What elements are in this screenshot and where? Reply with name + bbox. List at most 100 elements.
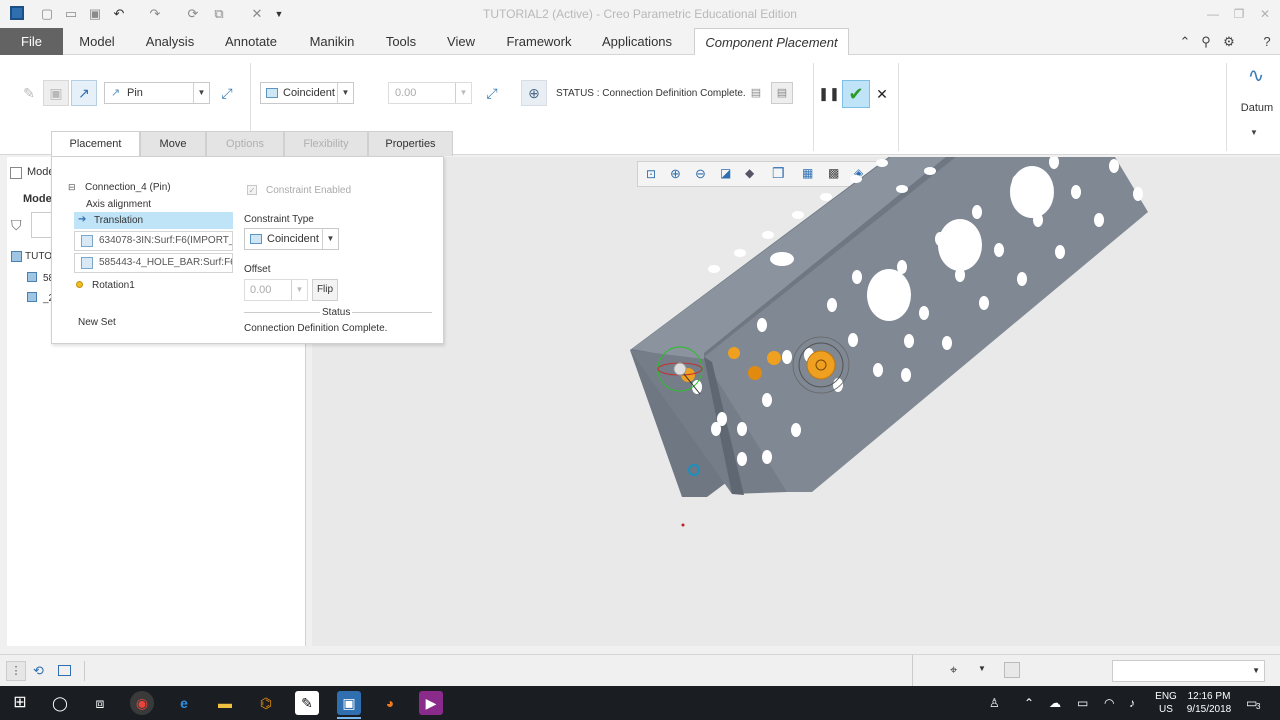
menu-applications[interactable]: Applications [594, 28, 680, 55]
notification-count: 3 [1256, 702, 1261, 711]
wifi-icon[interactable]: ◠ [1104, 696, 1114, 710]
clock[interactable]: 12:16 PM 9/15/2018 [1182, 690, 1236, 716]
language-indicator[interactable]: ENG US [1155, 690, 1177, 716]
model-tree-tab-icon[interactable] [10, 167, 22, 179]
flip-offset-icon[interactable]: ⤢ [479, 80, 505, 106]
onedrive-icon[interactable]: ☁ [1049, 696, 1061, 710]
reference-1[interactable]: 634078-3IN:Surf:F6(IMPORT_ [74, 231, 233, 251]
ribbon-status-text: STATUS : Connection Definition Complete. [556, 88, 746, 99]
recorder-icon[interactable]: ▶ [419, 691, 443, 715]
show-hidden-icon[interactable]: ⌃ [1024, 696, 1034, 710]
menu-manikin[interactable]: Manikin [300, 28, 364, 55]
fullscreen-icon[interactable] [58, 665, 71, 676]
creo-icon[interactable]: ▣ [337, 691, 361, 715]
flip-direction-icon[interactable]: ⤢ [214, 80, 240, 106]
origin-marker [681, 523, 685, 527]
menu-file[interactable]: File [0, 28, 63, 55]
cortana-icon[interactable]: ◯ [48, 691, 72, 715]
tab-flexibility[interactable]: Flexibility [284, 131, 368, 156]
blender-icon[interactable]: ⌬ [254, 691, 278, 715]
assembly-model[interactable] [312, 157, 1280, 646]
datum-label[interactable]: Datum [1236, 102, 1278, 114]
menu-model[interactable]: Model [68, 28, 126, 55]
edge-icon[interactable]: e [172, 691, 196, 715]
help-icon[interactable]: ? [1258, 33, 1276, 51]
pin-icon: ↗ [111, 87, 121, 99]
find-dropdown-icon[interactable]: ▼ [978, 664, 986, 673]
rotation-item[interactable]: Rotation1 [92, 280, 135, 291]
mechanism-icon[interactable]: ↗ [71, 80, 97, 106]
task-view-icon[interactable]: ⧈ [88, 691, 112, 715]
reference-2[interactable]: 585443-4_HOLE_BAR:Surf:F6(I [74, 253, 233, 273]
connection-type-select[interactable]: ↗ Pin ▼ [104, 82, 210, 104]
browser-icon[interactable]: ⟲ [33, 663, 44, 679]
selection-filter-select[interactable]: ▼ [1112, 660, 1265, 682]
status-bar: ⋮ ⟲ ⌖ ▼ ▼ [0, 654, 1280, 687]
minimize-icon[interactable]: — [1202, 4, 1224, 24]
connection-item[interactable]: Connection_4 (Pin) [85, 182, 171, 193]
assembly-icon [11, 251, 22, 262]
firefox-icon[interactable]: ◕ [378, 691, 402, 715]
settings-icon[interactable]: ⚙ [1220, 33, 1238, 51]
reference-2-text: 585443-4_HOLE_BAR:Surf:F6(I [99, 257, 233, 268]
pause-icon[interactable]: ❚❚ [816, 81, 842, 107]
cancel-icon[interactable]: ✕ [869, 81, 895, 107]
constraint-type-select[interactable]: Coincident ▼ [244, 228, 339, 250]
reference-1-text: 634078-3IN:Surf:F6(IMPORT_ [99, 235, 233, 246]
ribbon-constraint-select[interactable]: Coincident ▼ [260, 82, 354, 104]
constraint-enabled-checkbox[interactable]: ✓ [247, 185, 257, 195]
ribbon-constraint-value: Coincident [283, 87, 335, 99]
tab-move[interactable]: Move [140, 131, 206, 156]
datum-dropdown-icon[interactable]: ▼ [1250, 128, 1258, 137]
status-text: Connection Definition Complete. [244, 323, 388, 334]
menu-tools[interactable]: Tools [380, 28, 422, 55]
filter-icon[interactable]: ⛉ [11, 217, 22, 234]
menu-analysis[interactable]: Analysis [138, 28, 202, 55]
tab-placement[interactable]: Placement [51, 131, 140, 156]
ribbon-offset-input[interactable]: 0.00 ▼ [388, 82, 472, 104]
surface-icon [81, 235, 93, 247]
tab-options[interactable]: Options [206, 131, 284, 156]
tab-properties[interactable]: Properties [368, 131, 453, 156]
placement-panel: ⊟ Connection_4 (Pin) Axis alignment ➔ Tr… [51, 156, 444, 344]
collapse-icon[interactable]: ⊟ [68, 182, 76, 193]
new-set-link[interactable]: New Set [78, 317, 116, 328]
menu-view[interactable]: View [440, 28, 482, 55]
file-explorer-icon[interactable]: ▬ [213, 691, 237, 715]
search-icon[interactable]: ⚲ [1197, 33, 1215, 51]
selection-filter-icon[interactable] [1004, 662, 1020, 678]
separate-window-icon[interactable]: ▤ [745, 82, 767, 104]
confirm-icon[interactable]: ✔ [842, 80, 870, 108]
offset-value: 0.00 [250, 284, 272, 296]
people-icon[interactable]: ♙ [989, 696, 1000, 710]
graphics-window[interactable]: ⊡ ⊕ ⊖ ◪ ◆ ❒ ▦ ▩ ◈ ✲ ⧉ ✂ [312, 157, 1280, 646]
tree-search-input[interactable] [31, 212, 51, 238]
menu-framework[interactable]: Framework [500, 28, 578, 55]
clock-time: 12:16 PM [1187, 691, 1231, 702]
find-icon[interactable]: ⌖ [950, 662, 957, 678]
translation-item[interactable]: ➔ Translation [74, 212, 233, 229]
menu-annotate[interactable]: Annotate [218, 28, 284, 55]
arrow-right-icon: ➔ [78, 214, 87, 225]
notepad-icon[interactable]: ✎ [295, 691, 319, 715]
collapse-ribbon-icon[interactable]: ⌃ [1176, 33, 1194, 51]
tree-toggle-icon[interactable]: ⋮ [6, 661, 26, 681]
restore-icon[interactable]: ❐ [1228, 4, 1250, 24]
chrome-icon[interactable]: ◉ [130, 691, 154, 715]
placement-mode-icon[interactable]: ⊕ [521, 80, 547, 106]
user-defined-icon[interactable]: ✎ [16, 80, 42, 106]
clock-date: 9/15/2018 [1186, 704, 1232, 715]
windows-start-icon[interactable]: ⊞ [8, 691, 32, 715]
tab-component-placement[interactable]: Component Placement [694, 28, 849, 56]
volume-icon[interactable]: ♪ [1129, 696, 1135, 710]
axis-alignment-item[interactable]: Axis alignment [86, 199, 151, 210]
close-icon[interactable]: ✕ [1254, 4, 1276, 24]
title-bar: ▢ ▭ ▣ ↶ ↷ ⟳ ⧉ ✕ ▼ TUTORIAL2 (Active) - C… [0, 0, 1280, 28]
offset-input[interactable]: 0.00 ▼ [244, 279, 308, 301]
flip-button[interactable]: Flip [312, 279, 338, 301]
rigid-icon[interactable]: ▣ [43, 80, 69, 106]
assembly-window-icon[interactable]: ▤ [771, 82, 793, 104]
language-code: ENG [1155, 691, 1177, 702]
battery-icon[interactable]: ▭ [1077, 696, 1088, 710]
datum-sine-icon[interactable]: ∿ [1243, 63, 1269, 89]
